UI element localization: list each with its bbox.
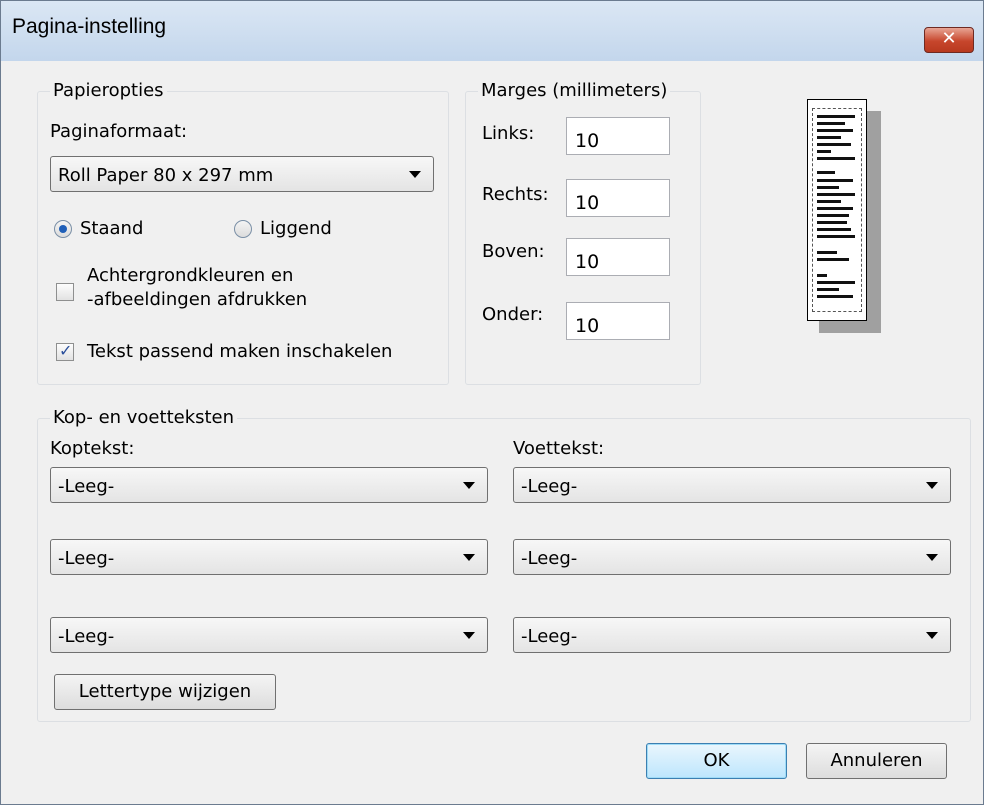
page-setup-dialog: Pagina-instelling ✕ Papieropties Paginaf… xyxy=(0,0,984,805)
footer-select-1-value: -Leeg- xyxy=(521,476,578,497)
header-select-3-value: -Leeg- xyxy=(58,626,115,647)
margin-bottom-value: 10 xyxy=(575,315,600,337)
print-backgrounds-checkbox[interactable] xyxy=(56,283,74,301)
margin-top-label: Boven: xyxy=(482,241,545,262)
footer-select-3-value: -Leeg- xyxy=(521,626,578,647)
page-preview xyxy=(807,99,867,321)
margin-right-input[interactable]: 10 xyxy=(566,179,670,217)
margin-right-label: Rechts: xyxy=(482,184,549,205)
page-size-label: Paginaformaat: xyxy=(50,121,188,142)
header-label: Koptekst: xyxy=(50,438,135,459)
print-backgrounds-label-line1[interactable]: Achtergrondkleuren en xyxy=(87,265,293,286)
chevron-down-icon xyxy=(926,482,938,489)
close-button[interactable]: ✕ xyxy=(924,27,974,53)
footer-select-2[interactable]: -Leeg- xyxy=(513,539,951,575)
page-preview-content xyxy=(812,108,862,312)
chevron-down-icon xyxy=(926,554,938,561)
dialog-title: Pagina-instelling xyxy=(12,15,167,38)
footer-label: Voettekst: xyxy=(513,438,605,459)
margin-bottom-input[interactable]: 10 xyxy=(566,302,670,340)
margin-left-input[interactable]: 10 xyxy=(566,117,670,155)
chevron-down-icon xyxy=(463,632,475,639)
margin-bottom-label: Onder: xyxy=(482,304,544,325)
margin-top-input[interactable]: 10 xyxy=(566,238,670,276)
header-select-1-value: -Leeg- xyxy=(58,476,115,497)
headers-footers-legend: Kop- en voetteksten xyxy=(50,407,238,428)
page-size-select[interactable]: Roll Paper 80 x 297 mm xyxy=(50,156,434,192)
checkmark-icon: ✓ xyxy=(59,341,73,360)
margin-left-label: Links: xyxy=(482,123,535,144)
change-font-button[interactable]: Lettertype wijzigen xyxy=(54,674,276,710)
landscape-label[interactable]: Liggend xyxy=(260,218,332,239)
portrait-label[interactable]: Staand xyxy=(80,218,143,239)
portrait-radio[interactable] xyxy=(54,220,72,238)
chevron-down-icon xyxy=(463,482,475,489)
margin-left-value: 10 xyxy=(575,130,600,152)
paper-options-legend: Papieropties xyxy=(50,80,167,101)
margin-top-value: 10 xyxy=(575,251,600,273)
footer-select-1[interactable]: -Leeg- xyxy=(513,467,951,503)
margin-right-value: 10 xyxy=(575,192,600,214)
header-select-2-value: -Leeg- xyxy=(58,548,115,569)
close-icon: ✕ xyxy=(941,28,957,49)
ok-button[interactable]: OK xyxy=(646,743,787,779)
margins-legend: Marges (millimeters) xyxy=(478,80,671,101)
footer-select-3[interactable]: -Leeg- xyxy=(513,617,951,653)
landscape-radio[interactable] xyxy=(234,220,252,238)
shrink-to-fit-label[interactable]: Tekst passend maken inschakelen xyxy=(87,341,392,362)
title-bar: Pagina-instelling ✕ xyxy=(1,1,983,61)
page-size-value: Roll Paper 80 x 297 mm xyxy=(58,165,274,186)
footer-select-2-value: -Leeg- xyxy=(521,548,578,569)
chevron-down-icon xyxy=(926,632,938,639)
cancel-button[interactable]: Annuleren xyxy=(806,743,947,779)
dialog-client-area: Papieropties Paginaformaat: Roll Paper 8… xyxy=(1,61,983,804)
header-select-3[interactable]: -Leeg- xyxy=(50,617,488,653)
chevron-down-icon xyxy=(409,171,421,178)
header-select-1[interactable]: -Leeg- xyxy=(50,467,488,503)
header-select-2[interactable]: -Leeg- xyxy=(50,539,488,575)
chevron-down-icon xyxy=(463,554,475,561)
print-backgrounds-label-line2[interactable]: -afbeeldingen afdrukken xyxy=(87,289,307,310)
shrink-to-fit-checkbox[interactable]: ✓ xyxy=(56,341,74,361)
